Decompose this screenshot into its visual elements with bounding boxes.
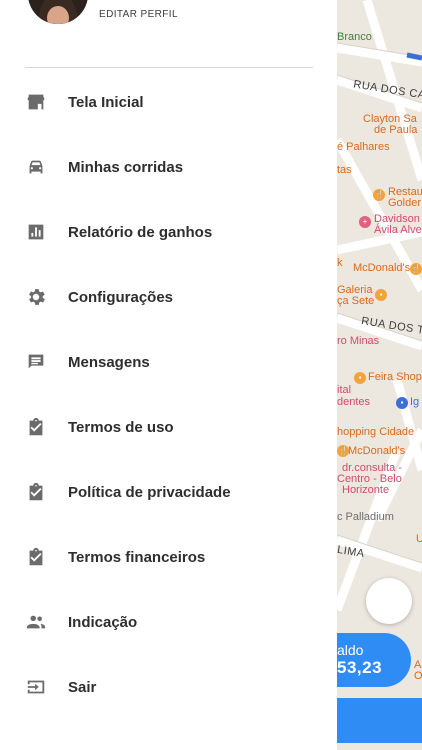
edit-profile-link[interactable]: EDITAR PERFIL [99, 9, 178, 20]
shopping-icon: ▪ [354, 372, 366, 384]
balance-label: aldo [337, 642, 364, 658]
menu-item-label: Tela Inicial [68, 93, 144, 111]
map-action-button[interactable] [366, 578, 412, 624]
map-label: U [416, 533, 422, 545]
clipboard-check-icon [24, 415, 48, 439]
avatar[interactable] [28, 0, 88, 24]
menu-item-label: Relatório de ganhos [68, 223, 213, 241]
menu-item-rides[interactable]: Minhas corridas [0, 137, 337, 197]
map-label: McDonald's [348, 445, 406, 457]
shopping-icon: ▪ [375, 289, 387, 301]
menu-item-privacy-policy[interactable]: Política de privacidade [0, 462, 337, 522]
map-label: k [337, 257, 343, 269]
menu-item-financial-terms[interactable]: Termos financeiros [0, 527, 337, 587]
map-label: McDonald's [353, 262, 411, 274]
map-label: ital [337, 384, 352, 396]
menu-item-label: Política de privacidade [68, 483, 231, 501]
map-label: c Palladium [337, 511, 394, 523]
map-label: Ig [410, 396, 420, 408]
clipboard-check-icon [24, 545, 48, 569]
logout-icon [24, 675, 48, 699]
restaurant-icon: 🍴 [410, 263, 422, 275]
menu-item-settings[interactable]: Configurações [0, 267, 337, 327]
menu-item-messages[interactable]: Mensagens [0, 332, 337, 392]
health-icon: + [359, 216, 371, 228]
navigation-drawer: EDITAR PERFIL Tela Inicial Minhas corrid… [0, 0, 337, 750]
menu-item-logout[interactable]: Sair [0, 657, 337, 717]
avatar-image [28, 0, 88, 24]
menu-item-terms-of-use[interactable]: Termos de uso [0, 397, 337, 457]
map-label: é Palhares [337, 141, 390, 153]
menu-item-label: Configurações [68, 288, 174, 306]
map-label: de Paula [374, 124, 418, 136]
divider [25, 67, 313, 68]
map-label: hopping Cidade [337, 426, 415, 438]
map-label: Branco [337, 31, 372, 43]
restaurant-icon: 🍴 [373, 189, 385, 201]
people-icon [24, 610, 48, 634]
map-label: Ávila Alve [374, 224, 422, 236]
map-label: ça Sete [337, 295, 375, 307]
menu-item-label: Termos financeiros [68, 548, 206, 566]
menu-item-referral[interactable]: Indicação [0, 592, 337, 652]
map-label: Feira Shop [368, 371, 422, 383]
message-icon [24, 350, 48, 374]
map-label: ro Minas [337, 335, 380, 347]
map-label: O [414, 670, 422, 682]
map-label: tas [337, 164, 352, 176]
balance-value: 53,23 [337, 658, 383, 677]
car-icon [24, 155, 48, 179]
menu-item-label: Indicação [68, 613, 138, 631]
menu-item-label: Termos de uso [68, 418, 174, 436]
store-icon [24, 90, 48, 114]
menu-item-label: Mensagens [68, 353, 150, 371]
menu-item-label: Minhas corridas [68, 158, 184, 176]
menu-item-earnings-report[interactable]: Relatório de ganhos [0, 202, 337, 262]
clipboard-check-icon [24, 480, 48, 504]
menu-item-label: Sair [68, 678, 97, 696]
map-label: Golder [388, 197, 422, 209]
bar-chart-icon [24, 220, 48, 244]
map-label: Horizonte [342, 484, 390, 496]
gear-icon [24, 285, 48, 309]
map-label: dentes [337, 396, 371, 408]
bottom-action-bar[interactable] [337, 698, 422, 743]
place-of-worship-icon: ▪ [396, 397, 408, 409]
menu-item-home[interactable]: Tela Inicial [0, 72, 337, 132]
